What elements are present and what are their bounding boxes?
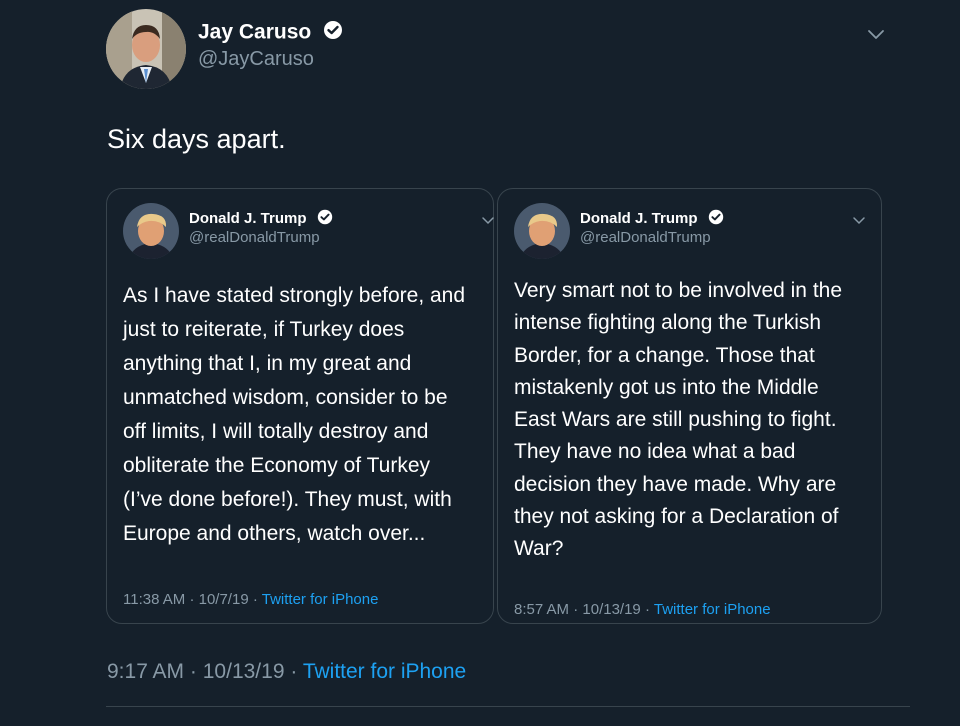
tweet-text: Six days apart. bbox=[107, 124, 286, 154]
quoted-tweet-text: Very smart not to be involved in the int… bbox=[514, 275, 884, 566]
chevron-down-icon[interactable] bbox=[852, 213, 866, 225]
meta-separator: · bbox=[252, 591, 258, 608]
author-handle[interactable]: @JayCaruso bbox=[198, 48, 314, 71]
text-line: obliterate the Economy of Turkey bbox=[123, 454, 430, 477]
verified-badge-icon bbox=[323, 20, 343, 46]
text-line: Europe and others, watch over... bbox=[123, 522, 426, 545]
tweet-meta: 9:17 AM · 10/13/19 · Twitter for iPhone bbox=[107, 660, 466, 684]
chevron-down-icon[interactable] bbox=[481, 213, 495, 225]
text-line: off limits, I will totally destroy and bbox=[123, 420, 429, 443]
meta-separator: · bbox=[290, 660, 298, 683]
text-line: decision they have made. Why are bbox=[514, 472, 837, 496]
quoted-author-avatar[interactable] bbox=[123, 203, 179, 259]
author-avatar[interactable] bbox=[106, 9, 186, 89]
meta-separator: · bbox=[189, 591, 195, 608]
verified-badge-icon bbox=[317, 209, 333, 229]
text-line: they not asking for a Declaration of bbox=[514, 505, 839, 529]
quoted-author-name[interactable]: Donald J. Trump bbox=[580, 209, 724, 229]
tweet-source-link[interactable]: Twitter for iPhone bbox=[654, 601, 771, 618]
meta-separator: · bbox=[573, 601, 579, 618]
text-line: unmatched wisdom, consider to be bbox=[123, 386, 448, 409]
text-line: As I have stated strongly before, and bbox=[123, 284, 466, 307]
tweet-time[interactable]: 9:17 AM bbox=[107, 660, 184, 683]
meta-separator: · bbox=[189, 660, 197, 683]
quoted-author-handle[interactable]: @realDonaldTrump bbox=[189, 229, 320, 246]
meta-separator: · bbox=[644, 601, 650, 618]
text-line: They have no idea what a bad bbox=[514, 440, 796, 464]
tweet-date[interactable]: 10/7/19 bbox=[199, 591, 249, 608]
verified-badge-icon bbox=[708, 209, 724, 229]
text-line: East Wars are still pushing to fight. bbox=[514, 408, 837, 432]
quoted-tweet-card[interactable]: Donald J. Trump @realDonaldTrump As I ha… bbox=[106, 188, 494, 624]
text-line: Border, for a change. Those that bbox=[514, 343, 815, 367]
quoted-author-name[interactable]: Donald J. Trump bbox=[189, 209, 333, 229]
divider bbox=[106, 706, 910, 707]
text-line: mistakenly got us into the Middle bbox=[514, 375, 819, 399]
quoted-tweet-text: As I have stated strongly before, and ju… bbox=[123, 279, 493, 551]
tweet-source-link[interactable]: Twitter for iPhone bbox=[303, 660, 466, 683]
quoted-author-name-text: Donald J. Trump bbox=[580, 209, 698, 227]
tweet-time[interactable]: 11:38 AM bbox=[123, 591, 185, 608]
quoted-author-avatar[interactable] bbox=[514, 203, 570, 259]
text-line: (I’ve done before!). They must, with bbox=[123, 488, 452, 511]
tweet-date[interactable]: 10/13/19 bbox=[203, 660, 285, 683]
text-line: Very smart not to be involved in the bbox=[514, 279, 843, 302]
quoted-tweet-meta: 8:57 AM · 10/13/19 · Twitter for iPhone bbox=[514, 601, 771, 618]
author-name-text: Jay Caruso bbox=[198, 20, 312, 44]
text-line: anything that I, in my great and bbox=[123, 352, 412, 375]
chevron-down-icon[interactable] bbox=[866, 28, 886, 42]
text-line: War? bbox=[514, 537, 564, 561]
tweet-date[interactable]: 10/13/19 bbox=[582, 601, 640, 618]
quoted-tweet-card[interactable]: Donald J. Trump @realDonaldTrump Very sm… bbox=[497, 188, 882, 624]
text-line: intense fighting along the Turkish bbox=[514, 311, 822, 335]
quoted-author-name-text: Donald J. Trump bbox=[189, 209, 307, 227]
author-display-name[interactable]: Jay Caruso bbox=[198, 20, 343, 46]
quoted-tweet-meta: 11:38 AM · 10/7/19 · Twitter for iPhone bbox=[123, 591, 378, 608]
text-line: just to reiterate, if Turkey does bbox=[123, 318, 405, 341]
tweet-time[interactable]: 8:57 AM bbox=[514, 601, 569, 618]
quoted-author-handle[interactable]: @realDonaldTrump bbox=[580, 229, 711, 246]
tweet-source-link[interactable]: Twitter for iPhone bbox=[262, 591, 379, 608]
